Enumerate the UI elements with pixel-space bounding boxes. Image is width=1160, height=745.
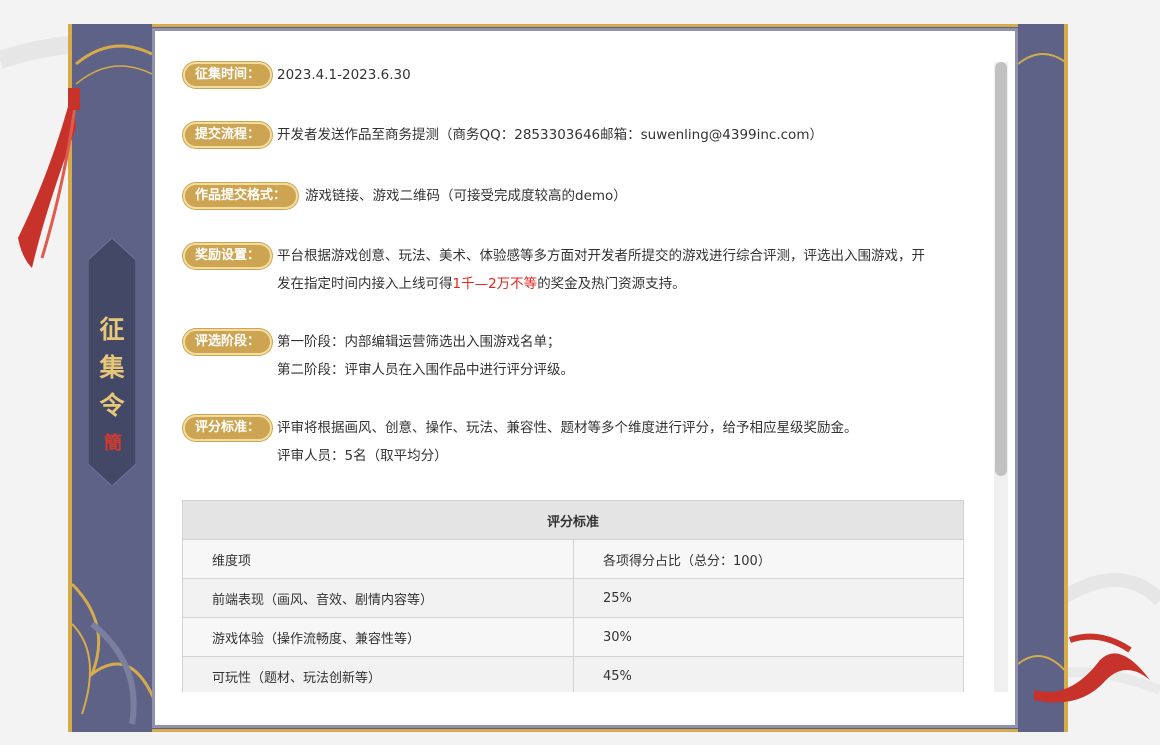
red-seal: 簡 xyxy=(104,433,122,454)
table-row: 前端表现（画风、音效、剧情内容等） 25% xyxy=(182,578,964,618)
table-cell: 25% xyxy=(573,578,964,618)
section-text-time: 2023.4.1-2023.6.30 xyxy=(277,67,411,83)
side-title-char: 令 xyxy=(99,391,125,420)
section-text-stage1: 第一阶段：内部编辑运营筛选出入围游戏名单； xyxy=(277,334,561,350)
section-label-process: 提交流程： xyxy=(183,122,273,148)
section-label-time: 征集时间： xyxy=(183,62,273,88)
section-text-judges: 评审人员：5名（取平均分） xyxy=(277,448,448,464)
table-header-cell: 各项得分占比（总分：100） xyxy=(573,539,964,579)
section-text-reward-line2: 发在指定时间内接入上线可得1千—2万不等的奖金及热门资源支持。 xyxy=(277,276,686,292)
section-label-reward: 奖励设置： xyxy=(183,243,273,269)
section-label-criteria: 评分标准： xyxy=(183,415,273,441)
red-ribbon-right xyxy=(1034,633,1150,703)
table-header-cell: 维度项 xyxy=(182,539,574,579)
section-label-stages: 评选阶段： xyxy=(183,329,273,355)
section-label-format: 作品提交格式： xyxy=(183,183,299,209)
scrollbar-thumb[interactable] xyxy=(995,62,1007,476)
scoring-table: 评分标准 维度项 各项得分占比（总分：100） 前端表现（画风、音效、剧情内容等… xyxy=(182,500,964,696)
side-title-char: 征 xyxy=(99,315,125,344)
right-scroll-panel xyxy=(1018,24,1068,732)
table-row: 可玩性（题材、玩法创新等） 45% xyxy=(182,656,964,696)
section-text-stage2: 第二阶段：评审人员在入围作品中进行评分评级。 xyxy=(277,362,574,378)
paper-bottom-mask xyxy=(156,692,1014,724)
table-cell: 前端表现（画风、音效、剧情内容等） xyxy=(182,578,574,618)
table-title-row: 评分标准 xyxy=(182,500,964,540)
section-text-criteria: 评审将根据画风、创意、操作、玩法、兼容性、题材等多个维度进行评分，给予相应星级奖… xyxy=(277,420,858,436)
table-header-row: 维度项 各项得分占比（总分：100） xyxy=(182,539,964,579)
table-cell: 45% xyxy=(573,656,964,696)
right-wave-pattern xyxy=(1018,53,1064,672)
side-title-char: 集 xyxy=(99,353,125,382)
table-cell: 可玩性（题材、玩法创新等） xyxy=(182,656,574,696)
reward-amount-highlight: 1千—2万不等 xyxy=(452,276,538,292)
section-text-process: 开发者发送作品至商务提测（商务QQ：2853303646邮箱：suwenling… xyxy=(277,127,823,143)
table-cell: 游戏体验（操作流畅度、兼容性等） xyxy=(182,617,574,657)
red-ribbon-left xyxy=(18,88,80,268)
section-text-format: 游戏链接、游戏二维码（可接受完成度较高的demo） xyxy=(305,188,627,204)
table-title: 评分标准 xyxy=(182,500,964,540)
table-cell: 30% xyxy=(573,617,964,657)
table-row: 游戏体验（操作流畅度、兼容性等） 30% xyxy=(182,617,964,657)
section-text-reward-line1: 平台根据游戏创意、玩法、美术、体验感等多方面对开发者所提交的游戏进行综合评测，评… xyxy=(277,248,925,264)
